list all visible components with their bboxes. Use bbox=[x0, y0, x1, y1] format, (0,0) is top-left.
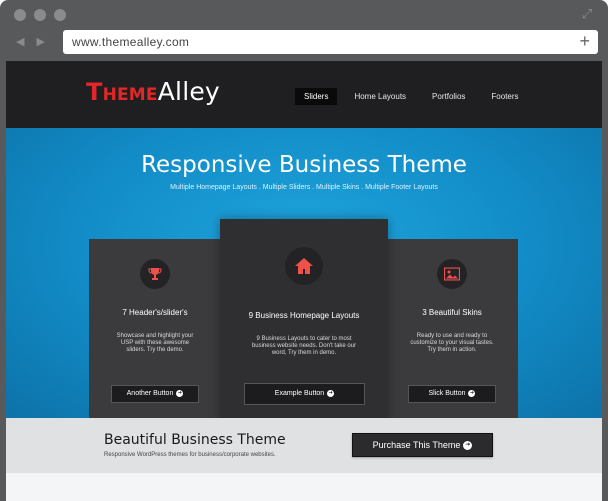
card-description: 9 Business Layouts to cater to most busi… bbox=[251, 336, 357, 356]
website-viewport: ThemeAlley Sliders Home Layouts Portfoli… bbox=[6, 61, 602, 501]
card-description: Showcase and highlight your USP with the… bbox=[116, 333, 194, 353]
hero-section: Responsive Business Theme Multiple Homep… bbox=[6, 128, 602, 419]
slick-button[interactable]: Slick Button ➜ bbox=[408, 385, 496, 403]
example-button[interactable]: Example Button ➜ bbox=[244, 383, 365, 405]
card-title: 9 Business Homepage Layouts bbox=[248, 311, 360, 320]
arrow-right-icon: ➜ bbox=[468, 389, 476, 397]
arrow-right-icon: ➜ bbox=[176, 389, 184, 397]
url-text[interactable]: www.themealley.com bbox=[72, 35, 189, 49]
button-label: Another Button bbox=[126, 390, 174, 397]
home-icon bbox=[285, 247, 323, 285]
main-menu: Sliders Home Layouts Portfolios Footers bbox=[295, 88, 536, 105]
image-icon bbox=[437, 259, 467, 289]
feature-card-layouts: 9 Business Homepage Layouts 9 Business L… bbox=[220, 219, 388, 419]
button-label: Purchase This Theme bbox=[372, 440, 461, 450]
arrow-right-icon: ➜ bbox=[327, 389, 335, 397]
expand-icon[interactable]: ⤢ bbox=[580, 7, 594, 21]
logo-part-alley: Alley bbox=[157, 77, 220, 106]
window-controls bbox=[14, 9, 66, 21]
menu-item-home-layouts[interactable]: Home Layouts bbox=[345, 88, 415, 105]
minimize-window-button[interactable] bbox=[34, 9, 46, 21]
site-header: ThemeAlley Sliders Home Layouts Portfoli… bbox=[6, 61, 602, 128]
address-bar[interactable]: www.themealley.com + bbox=[63, 30, 598, 54]
cta-section: Beautiful Business Theme Responsive Word… bbox=[6, 418, 602, 473]
card-description: Ready to use and ready to customize to y… bbox=[410, 333, 494, 353]
cta-title: Beautiful Business Theme bbox=[104, 432, 286, 448]
browser-window: ⤢ ◀ ▶ www.themealley.com + ThemeAlley Sl… bbox=[0, 0, 608, 501]
trophy-icon bbox=[140, 259, 170, 289]
purchase-theme-button[interactable]: Purchase This Theme ➜ bbox=[352, 433, 493, 457]
browser-nav: ◀ ▶ bbox=[16, 35, 45, 48]
feature-card-headers: 7 Header's/slider's Showcase and highlig… bbox=[89, 239, 221, 419]
card-title: 7 Header's/slider's bbox=[122, 308, 188, 317]
another-button[interactable]: Another Button ➜ bbox=[111, 385, 199, 403]
card-title: 3 Beautiful Skins bbox=[422, 308, 482, 317]
hero-subtitle: Multiple Homepage Layouts . Multiple Sli… bbox=[170, 184, 438, 191]
feature-card-skins: 3 Beautiful Skins Ready to use and ready… bbox=[386, 239, 518, 419]
menu-item-footers[interactable]: Footers bbox=[482, 88, 527, 105]
arrow-right-icon: ➜ bbox=[463, 441, 473, 451]
hero-title: Responsive Business Theme bbox=[141, 152, 467, 178]
new-tab-plus-icon[interactable]: + bbox=[579, 32, 590, 50]
next-section-strip bbox=[6, 473, 602, 501]
back-arrow-icon[interactable]: ◀ bbox=[16, 35, 24, 48]
menu-item-portfolios[interactable]: Portfolios bbox=[423, 88, 474, 105]
site-logo[interactable]: ThemeAlley bbox=[86, 76, 220, 107]
logo-part-theme: Theme bbox=[86, 78, 158, 106]
cta-subtitle: Responsive WordPress themes for business… bbox=[104, 452, 276, 458]
forward-arrow-icon[interactable]: ▶ bbox=[36, 35, 44, 48]
maximize-window-button[interactable] bbox=[54, 9, 66, 21]
close-window-button[interactable] bbox=[14, 9, 26, 21]
button-label: Example Button bbox=[274, 390, 325, 397]
menu-item-sliders[interactable]: Sliders bbox=[295, 88, 338, 105]
button-label: Slick Button bbox=[428, 390, 466, 397]
